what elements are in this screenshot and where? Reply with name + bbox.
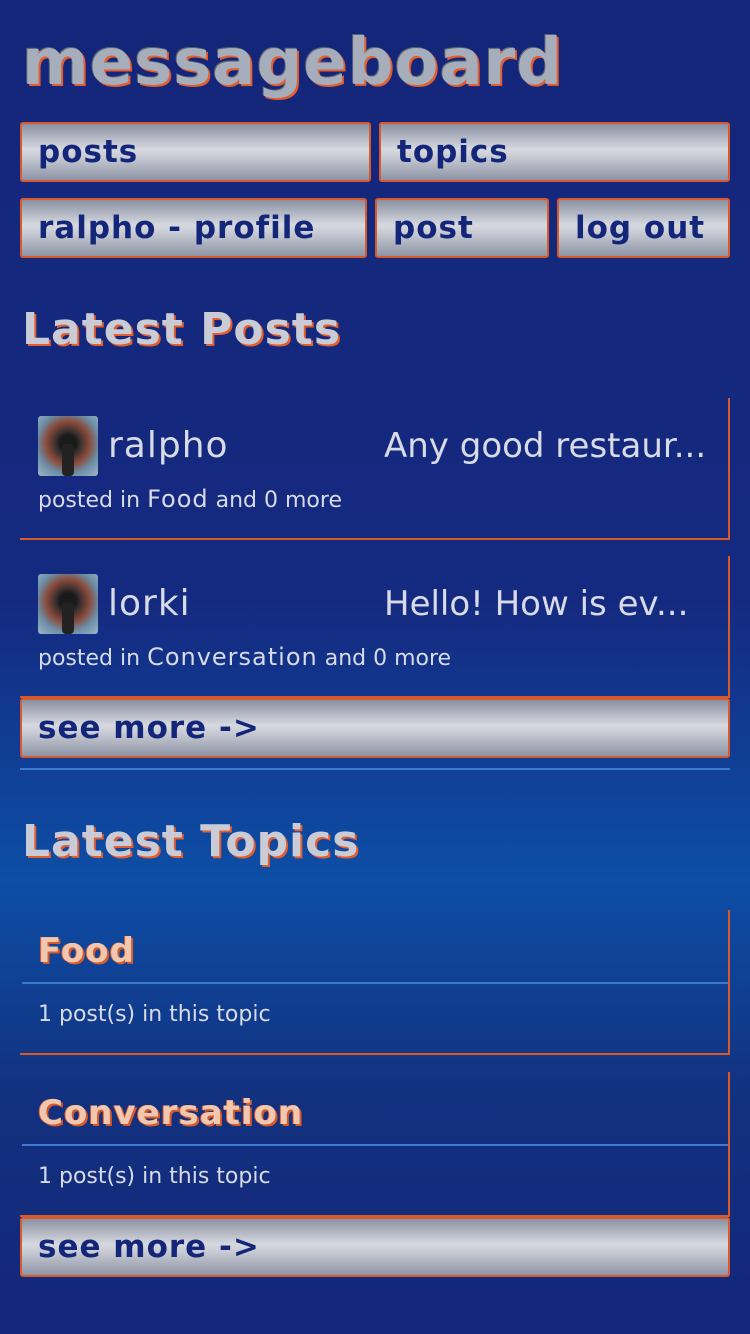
nav-profile-button[interactable]: ralpho - profile — [20, 198, 367, 258]
topic-separator — [22, 1144, 728, 1146]
posted-in-label: posted in — [38, 646, 141, 671]
post-topic-link[interactable]: Conversation — [147, 643, 318, 671]
post-username[interactable]: ralpho — [108, 416, 229, 476]
topic-separator — [22, 982, 728, 984]
latest-topics-heading: Latest Topics — [22, 816, 360, 867]
post-meta: posted in Conversation and 0 more — [38, 642, 451, 674]
topic-name[interactable]: Conversation — [38, 1090, 303, 1136]
latest-posts-heading: Latest Posts — [22, 304, 342, 355]
nav-topics-button[interactable]: topics — [379, 122, 730, 182]
nav-new-post-button[interactable]: post — [375, 198, 549, 258]
topics-see-more-button[interactable]: see more -> — [20, 1217, 730, 1277]
topic-card[interactable]: Food 1 post(s) in this topic — [20, 910, 730, 1055]
topic-card[interactable]: Conversation 1 post(s) in this topic — [20, 1072, 730, 1217]
avatar[interactable] — [38, 574, 98, 634]
posts-see-more-button[interactable]: see more -> — [20, 698, 730, 758]
post-more-label: and 0 more — [324, 646, 452, 671]
topic-post-count: 1 post(s) in this topic — [38, 1002, 271, 1027]
avatar[interactable] — [38, 416, 98, 476]
post-username[interactable]: lorki — [108, 574, 191, 634]
site-title[interactable]: messageboard — [22, 18, 563, 108]
post-excerpt[interactable]: Any good restaur... — [384, 416, 714, 476]
post-more-label: and 0 more — [215, 488, 342, 513]
post-topic-link[interactable]: Food — [147, 485, 209, 513]
post-card[interactable]: ralpho Any good restaur... posted in Foo… — [20, 398, 730, 540]
nav-logout-button[interactable]: log out — [557, 198, 730, 258]
topic-name[interactable]: Food — [38, 928, 135, 974]
post-excerpt[interactable]: Hello! How is ev... — [384, 574, 714, 634]
section-divider — [20, 768, 730, 770]
topic-post-count: 1 post(s) in this topic — [38, 1164, 271, 1189]
posted-in-label: posted in — [38, 488, 141, 513]
nav-posts-button[interactable]: posts — [20, 122, 371, 182]
post-card[interactable]: lorki Hello! How is ev... posted in Conv… — [20, 556, 730, 698]
post-meta: posted in Food and 0 more — [38, 484, 342, 516]
